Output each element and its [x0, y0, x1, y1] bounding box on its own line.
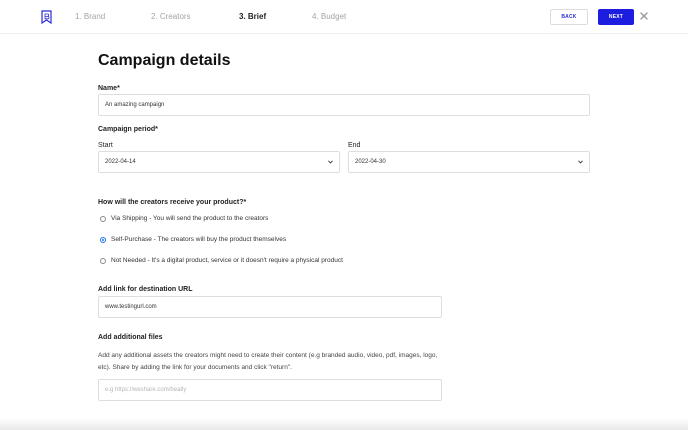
- step-brief[interactable]: 3. Brief: [239, 12, 266, 21]
- top-bar: 1. Brand 2. Creators 3. Brief 4. Budget …: [0, 0, 688, 34]
- radio-label: Self-Purchase - The creators will buy th…: [111, 236, 287, 243]
- page-title: Campaign details: [98, 52, 231, 69]
- campaign-name-input[interactable]: An amazing campaign: [98, 94, 590, 116]
- radio-option-self-purchase[interactable]: Self-Purchase - The creators will buy th…: [100, 236, 286, 243]
- chevron-down-icon: [578, 160, 583, 164]
- bottom-shadow: [0, 418, 688, 430]
- start-date-label: Start: [98, 142, 113, 149]
- additional-files-label: Add additional files: [98, 334, 163, 341]
- step-brand[interactable]: 1. Brand: [75, 12, 105, 21]
- radio-option-not-needed[interactable]: Not Needed - It's a digital product, ser…: [100, 257, 343, 264]
- radio-button[interactable]: [100, 236, 106, 243]
- step-creators[interactable]: 2. Creators: [151, 12, 191, 21]
- next-button[interactable]: NEXT: [598, 9, 634, 25]
- end-date-value: 2022-04-30: [355, 159, 386, 165]
- radio-button[interactable]: [100, 215, 106, 222]
- additional-files-input[interactable]: e.g https://weshare.com/beatly: [98, 379, 442, 401]
- step-budget[interactable]: 4. Budget: [312, 12, 346, 21]
- radio-label: Via Shipping - You will send the product…: [111, 215, 269, 222]
- bookmark-logo-icon[interactable]: [41, 10, 52, 24]
- product-question-label: How will the creators receive your produ…: [98, 199, 247, 206]
- start-date-select[interactable]: 2022-04-14: [98, 151, 340, 173]
- additional-files-description: Add any additional assets the creators m…: [98, 352, 438, 371]
- end-date-label: End: [348, 142, 361, 149]
- end-date-select[interactable]: 2022-04-30: [348, 151, 590, 173]
- destination-url-input[interactable]: www.testingurl.com: [98, 296, 442, 318]
- radio-button[interactable]: [100, 257, 106, 264]
- radio-label: Not Needed - It's a digital product, ser…: [111, 257, 343, 264]
- campaign-period-label: Campaign period*: [98, 126, 158, 133]
- destination-url-label: Add link for destination URL: [98, 286, 193, 293]
- radio-option-shipping[interactable]: Via Shipping - You will send the product…: [100, 215, 268, 222]
- chevron-down-icon: [328, 160, 333, 164]
- start-date-value: 2022-04-14: [105, 159, 136, 165]
- name-label: Name*: [98, 85, 120, 92]
- back-button[interactable]: BACK: [550, 9, 588, 25]
- close-icon[interactable]: [639, 11, 649, 21]
